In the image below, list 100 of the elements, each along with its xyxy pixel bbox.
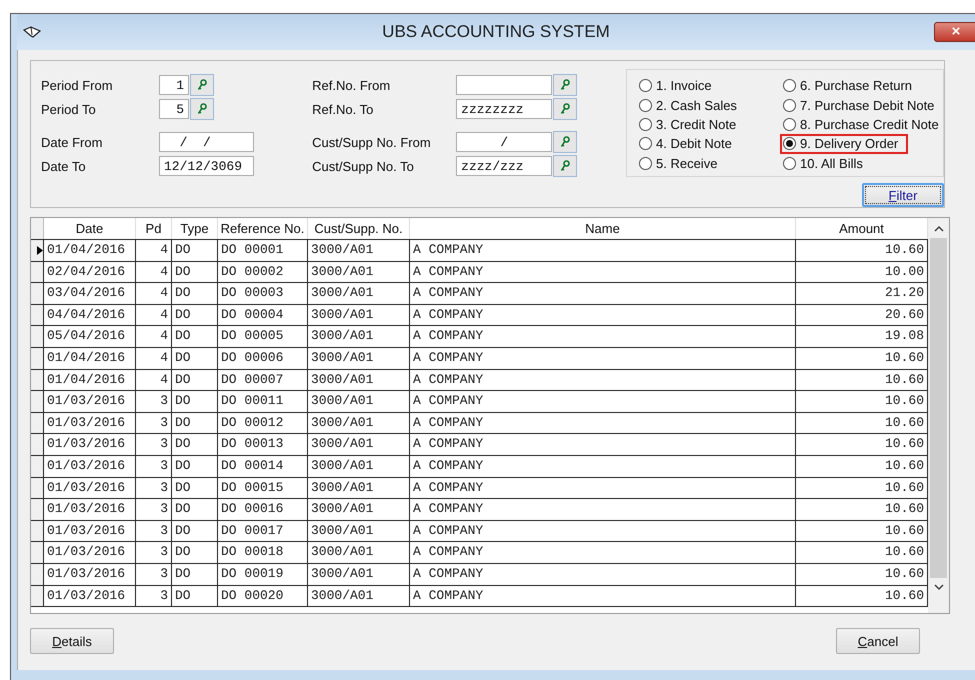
row-selector[interactable]: [31, 326, 44, 347]
radio-button[interactable]: [639, 98, 652, 112]
radio-option[interactable]: 3. Credit Note: [639, 114, 783, 134]
lookup-button[interactable]: [553, 74, 578, 96]
table-cell: DO: [172, 262, 218, 282]
table-cell: 4: [136, 304, 172, 326]
table-cell: A COMPANY: [410, 564, 796, 584]
row-selector[interactable]: [31, 499, 44, 520]
table-cell: DO: [172, 304, 218, 326]
radio-button[interactable]: [639, 156, 652, 170]
radio-option[interactable]: 5. Receive: [639, 154, 783, 173]
column-header[interactable]: Name: [410, 218, 796, 239]
radio-label: 4. Debit Note: [656, 136, 732, 152]
scroll-down-icon[interactable]: [934, 584, 944, 591]
radio-option[interactable]: 7. Purchase Debit Note: [783, 95, 943, 115]
radio-option[interactable]: 6. Purchase Return: [783, 76, 943, 96]
text-field[interactable]: zzzz/zzz: [456, 156, 552, 176]
radio-option[interactable]: 4. Debit Note: [639, 134, 783, 154]
table-cell: DO: [172, 564, 218, 584]
lookup-button[interactable]: [190, 98, 214, 120]
close-button[interactable]: ×: [934, 22, 975, 42]
row-selector[interactable]: [31, 391, 44, 412]
table-cell: 3: [136, 499, 172, 520]
column-header[interactable]: Reference No.: [218, 218, 308, 239]
row-selector[interactable]: [31, 586, 44, 606]
text-field[interactable]: [456, 75, 552, 95]
table-cell: DO 00012: [218, 412, 308, 434]
radio-label: 5. Receive: [656, 156, 718, 171]
table-cell: A COMPANY: [410, 456, 796, 477]
column-header[interactable]: Date: [44, 218, 136, 239]
row-selector[interactable]: [31, 542, 44, 563]
field-label: Date From: [41, 134, 104, 150]
table-cell: A COMPANY: [410, 412, 796, 434]
radio-button[interactable]: [783, 118, 796, 131]
period-field[interactable]: 1: [159, 75, 189, 95]
table-cell: DO 00007: [218, 370, 308, 390]
table-cell: 3000/A01: [308, 348, 410, 369]
radio-button[interactable]: [783, 137, 796, 150]
radio-label: 8. Purchase Credit Note: [800, 116, 939, 132]
table-cell: 01/04/2016: [44, 370, 136, 390]
radio-button[interactable]: [783, 156, 796, 170]
radio-option[interactable]: 8. Purchase Credit Note: [783, 114, 943, 134]
row-selector[interactable]: [31, 240, 44, 261]
row-selector[interactable]: [31, 412, 44, 434]
row-selector[interactable]: [31, 520, 44, 542]
radio-button[interactable]: [639, 118, 652, 131]
field-label: Ref.No. To: [312, 102, 374, 116]
table-cell: A COMPANY: [410, 586, 796, 606]
column-header[interactable]: Type: [172, 218, 218, 239]
row-selector[interactable]: [31, 262, 44, 282]
date-field[interactable]: / /: [159, 132, 254, 152]
table-cell: DO 00011: [218, 391, 308, 412]
row-selector[interactable]: [31, 564, 44, 584]
table-cell: 01/03/2016: [44, 520, 136, 542]
radio-button[interactable]: [639, 79, 652, 92]
key-icon: [560, 103, 570, 115]
cancel-button[interactable]: Cancel: [836, 628, 920, 654]
row-selector[interactable]: [31, 478, 44, 498]
table-cell: DO 00018: [218, 542, 308, 563]
lookup-button[interactable]: [553, 155, 578, 177]
column-header[interactable]: Pd: [136, 218, 172, 239]
text-field[interactable]: zzzzzzzz: [456, 99, 552, 119]
radio-button[interactable]: [783, 98, 796, 112]
row-selector[interactable]: [31, 370, 44, 390]
column-header[interactable]: Cust/Supp. No.: [308, 218, 410, 239]
table-cell: 3000/A01: [308, 434, 410, 455]
radio-option[interactable]: 10. All Bills: [783, 154, 943, 173]
table-cell: 01/03/2016: [44, 564, 136, 584]
table-cell: DO: [172, 542, 218, 563]
table-cell: 05/04/2016: [44, 326, 136, 347]
radio-option[interactable]: 1. Invoice: [639, 76, 783, 96]
row-selector[interactable]: [31, 456, 44, 477]
radio-button[interactable]: [783, 79, 796, 92]
row-selector[interactable]: [31, 434, 44, 455]
table-cell: 3000/A01: [308, 586, 410, 606]
radio-option[interactable]: 2. Cash Sales: [639, 95, 783, 115]
table-cell: 3: [136, 456, 172, 477]
table-cell: 3: [136, 564, 172, 584]
scroll-up-icon[interactable]: [934, 225, 944, 232]
table-cell: 4: [136, 370, 172, 390]
lookup-button[interactable]: [553, 98, 578, 120]
field-label: Date To: [41, 158, 87, 174]
table-cell: 3: [136, 391, 172, 412]
details-button[interactable]: Details: [30, 628, 114, 654]
date-field[interactable]: 12/12/3069: [159, 156, 254, 176]
filter-button[interactable]: Filter: [862, 183, 944, 207]
row-selector[interactable]: [31, 283, 44, 304]
scrollbar[interactable]: [928, 218, 949, 613]
lookup-button[interactable]: [553, 131, 578, 153]
lookup-button[interactable]: [190, 74, 214, 96]
row-selector[interactable]: [31, 348, 44, 369]
radio-button[interactable]: [639, 137, 652, 150]
radio-label: 6. Purchase Return: [800, 78, 912, 94]
table-cell: DO: [172, 391, 218, 412]
table-cell: A COMPANY: [410, 283, 796, 304]
text-field[interactable]: /: [456, 132, 552, 152]
period-field[interactable]: 5: [159, 99, 189, 119]
table-cell: DO 00005: [218, 326, 308, 347]
row-selector[interactable]: [31, 304, 44, 326]
table-cell: 3000/A01: [308, 456, 410, 477]
